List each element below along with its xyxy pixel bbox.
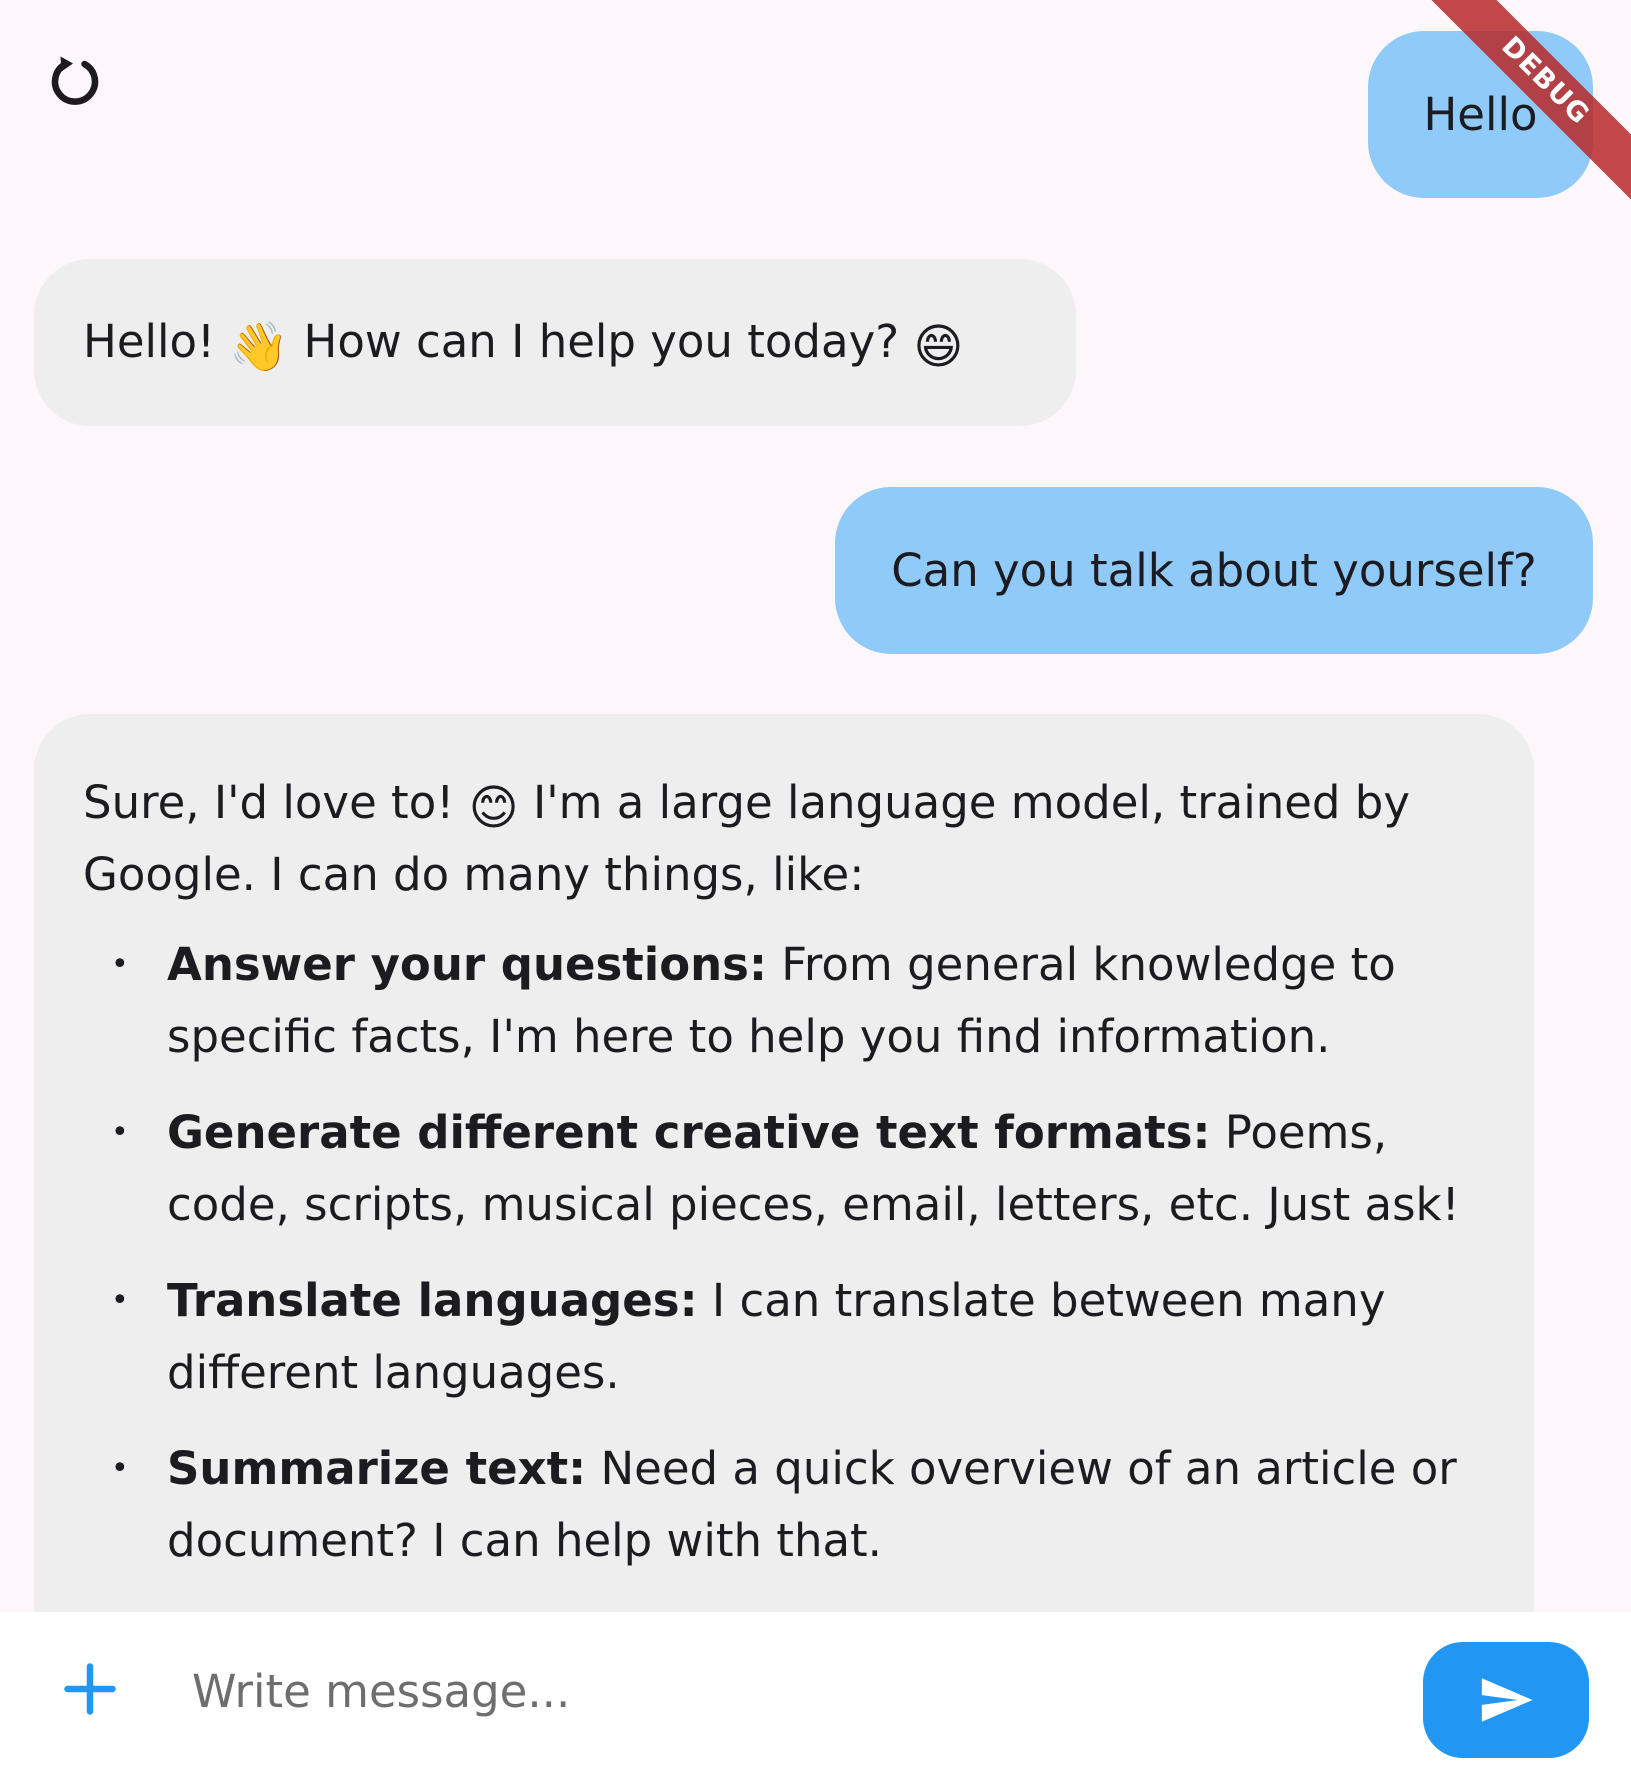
bullet-point: • xyxy=(111,1115,129,1150)
bullet-point: • xyxy=(111,947,129,982)
plus-icon xyxy=(64,1663,116,1715)
list-item: • Answer your questions: From general kn… xyxy=(83,929,1494,1073)
list-item: • Translate languages: I can translate b… xyxy=(83,1265,1494,1409)
send-button[interactable] xyxy=(1423,1642,1589,1758)
grinning-face-emoji: 😄 xyxy=(913,319,964,375)
send-icon xyxy=(1481,1678,1533,1722)
message-text: Sure, I'd love to! xyxy=(83,776,455,829)
message-text: Hello xyxy=(1423,88,1538,141)
message-text: How can I help you today? xyxy=(303,315,900,368)
bot-message-bubble: Hello! 👋 How can I help you today? 😄 xyxy=(34,259,1076,426)
list-item: • Generate different creative text forma… xyxy=(83,1097,1494,1241)
message-intro: Sure, I'd love to! 😊 I'm a large languag… xyxy=(83,767,1494,911)
list-item-title: Answer your questions: xyxy=(167,938,767,991)
message-text: Can you talk about yourself? xyxy=(891,544,1537,597)
smiling-face-emoji: 😊 xyxy=(468,780,519,836)
bullet-point: • xyxy=(111,1451,129,1486)
chat-message-list[interactable]: Hello Hello! 👋 How can I help you today?… xyxy=(0,0,1631,1612)
list-item: • Summarize text: Need a quick overview … xyxy=(83,1433,1494,1577)
user-message-bubble: Can you talk about yourself? xyxy=(835,487,1593,654)
message-input[interactable] xyxy=(190,1632,1374,1750)
add-attachment-button[interactable] xyxy=(48,1647,132,1731)
message-composer xyxy=(0,1612,1631,1770)
list-item-title: Translate languages: xyxy=(167,1274,698,1327)
bullet-point: • xyxy=(111,1283,129,1318)
message-text: Hello! xyxy=(83,315,216,368)
list-item-title: Generate different creative text formats… xyxy=(167,1106,1211,1159)
user-message-bubble: Hello xyxy=(1368,31,1593,198)
list-item-title: Summarize text: xyxy=(167,1442,587,1495)
bot-message-bubble: Sure, I'd love to! 😊 I'm a large languag… xyxy=(34,714,1534,1612)
waving-hand-emoji: 👋 xyxy=(229,319,290,375)
capabilities-list: • Answer your questions: From general kn… xyxy=(83,929,1494,1577)
